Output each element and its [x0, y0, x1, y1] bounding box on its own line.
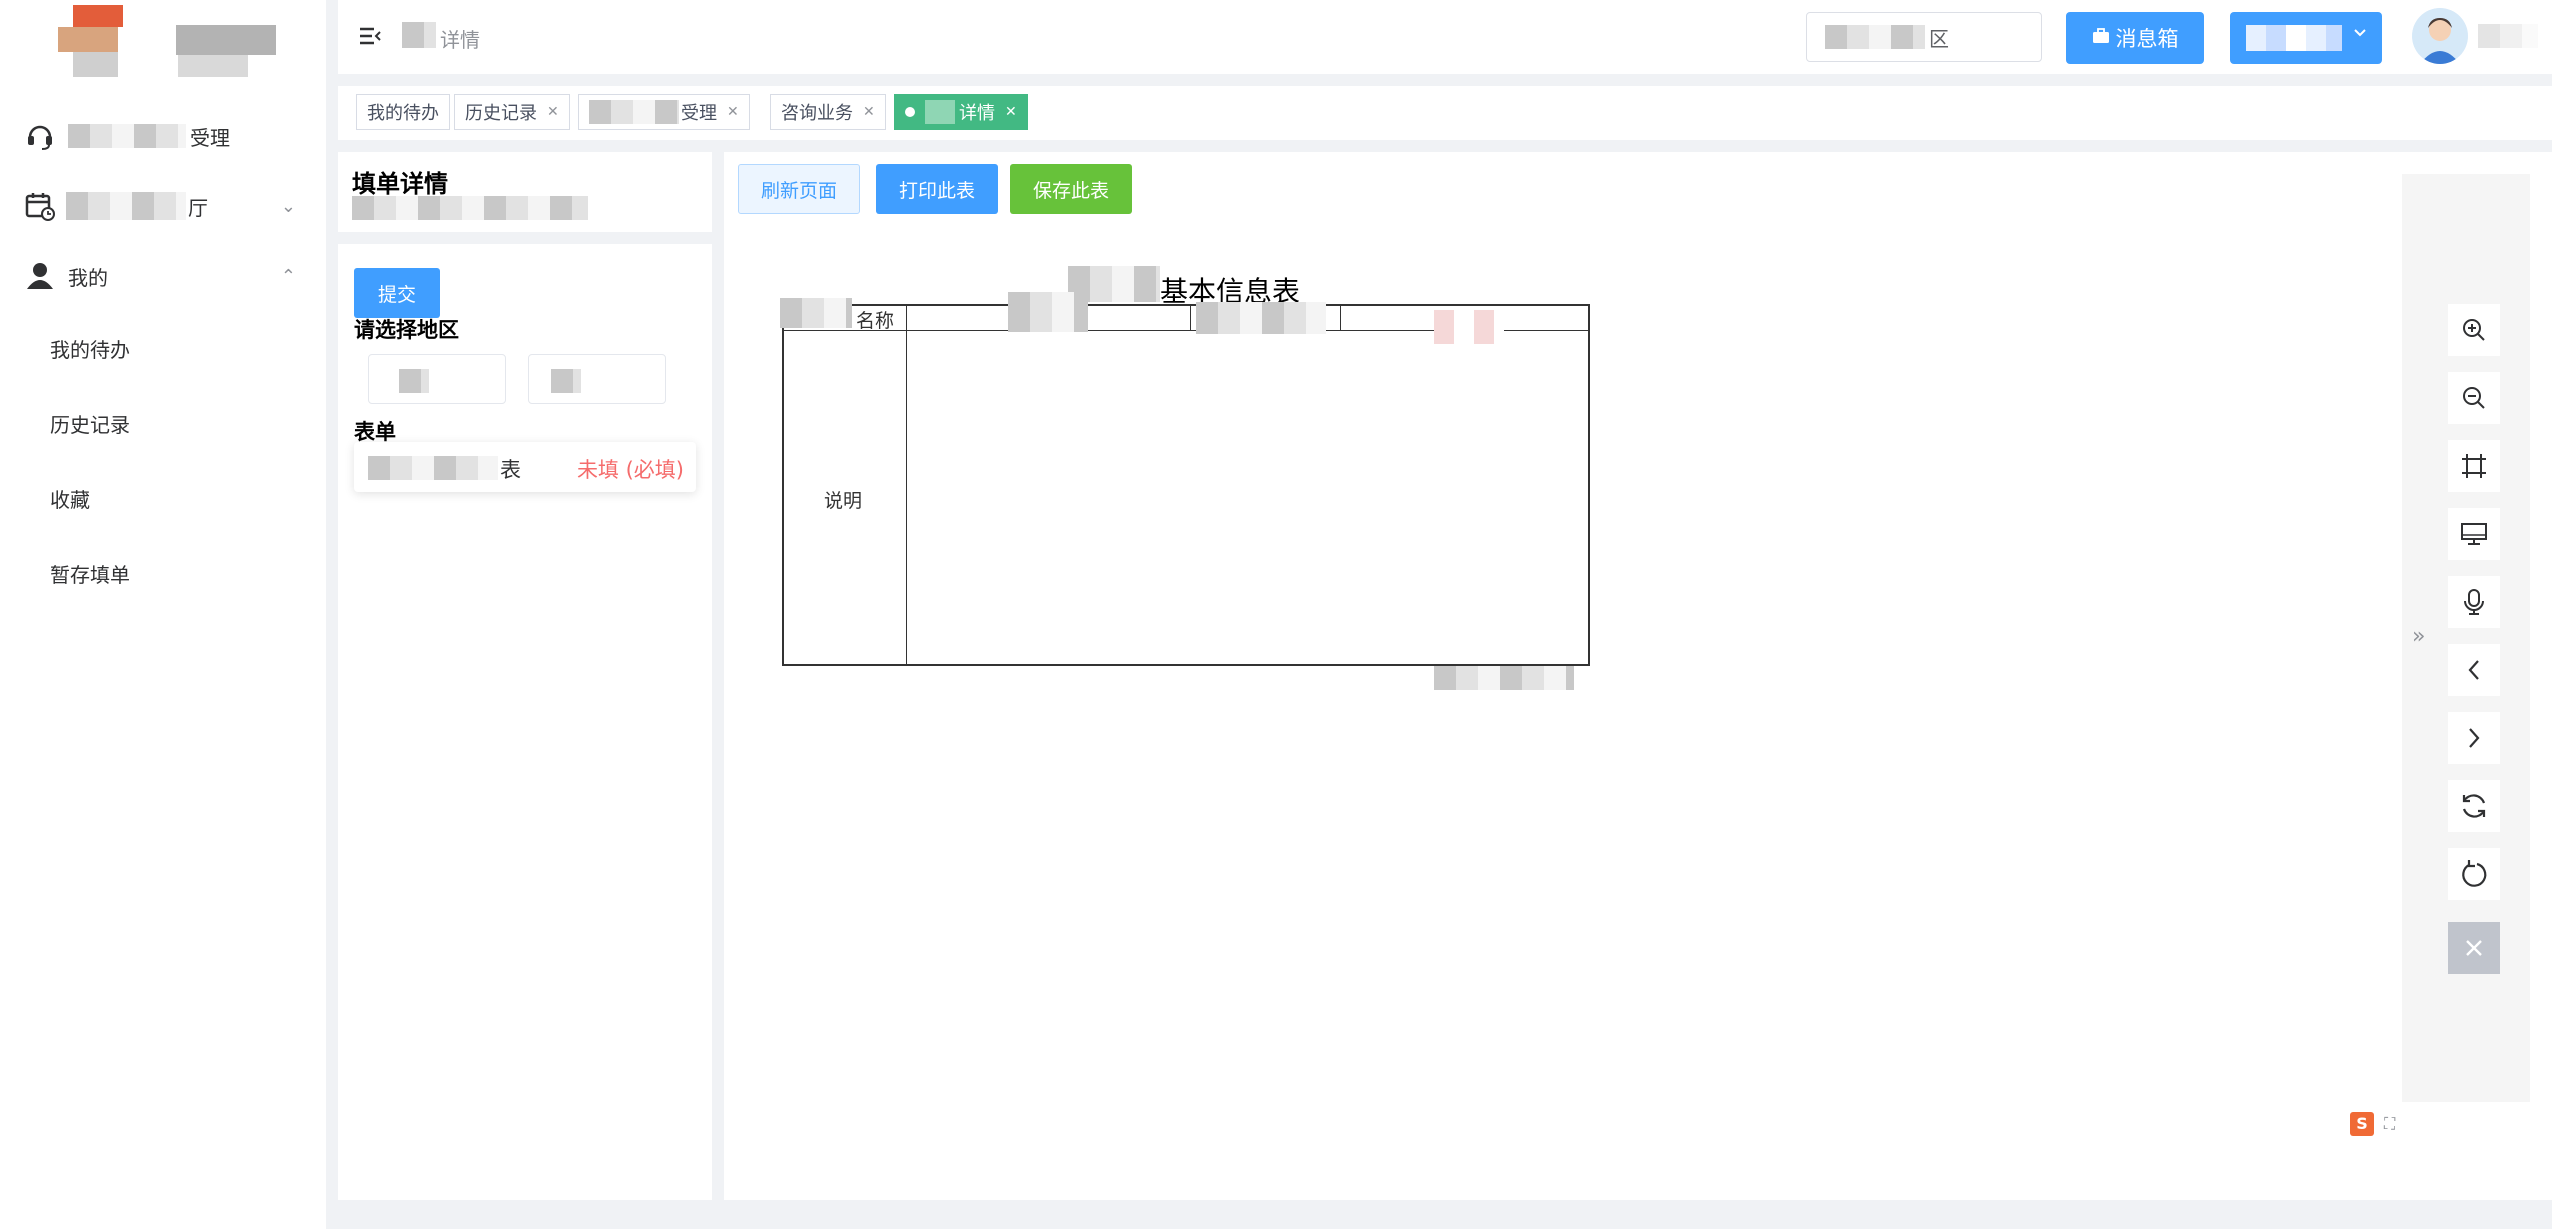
calendar-icon — [24, 190, 56, 222]
region-label: 请选择地区 — [354, 318, 459, 342]
close-icon[interactable]: ✕ — [863, 104, 875, 120]
sidebar-subitem-favorites[interactable]: 收藏 — [50, 484, 90, 513]
monitor-icon[interactable] — [2448, 508, 2500, 560]
refresh-page-button[interactable]: 刷新页面 — [738, 164, 860, 214]
chevron-up-icon: ⌃ — [280, 265, 296, 287]
tab-label: 咨询业务 — [781, 103, 853, 124]
microphone-icon[interactable] — [2448, 576, 2500, 628]
chevron-down-icon — [2352, 24, 2368, 44]
sidebar-subitem-history[interactable]: 历史记录 — [50, 409, 130, 438]
crop-icon[interactable] — [2448, 440, 2500, 492]
tab-label: 详情 — [959, 103, 995, 124]
expand-icon[interactable]: » — [2412, 624, 2425, 649]
sidebar-item-label: 我的 — [68, 265, 108, 290]
panel-title: 填单详情 — [352, 170, 448, 198]
form-detail-header: 填单详情 — [338, 152, 712, 232]
zoom-out-icon[interactable] — [2448, 372, 2500, 424]
sidebar: 受理 厅 ⌄ 我的 ⌃ 我的待办 历史记录 收藏 暂存填单 — [0, 0, 326, 1229]
form-panel: 提交 请选择地区 表单 表 未填 (必填) — [338, 244, 712, 1200]
tab-label: 历史记录 — [465, 103, 537, 124]
tags-bar: 我的待办 历史记录 ✕ 受理 ✕ 咨询业务 ✕ 详情 ✕ — [338, 86, 2552, 140]
active-dot-icon — [905, 107, 915, 117]
sidebar-subitem-todo[interactable]: 我的待办 — [50, 334, 130, 363]
print-form-button[interactable]: 打印此表 — [876, 164, 998, 214]
message-box-button[interactable]: 消息箱 — [2066, 12, 2204, 64]
region-select-province[interactable] — [368, 354, 506, 404]
chevron-left-icon[interactable] — [2448, 644, 2500, 696]
close-icon[interactable]: ✕ — [1005, 104, 1017, 120]
zoom-in-icon[interactable] — [2448, 304, 2500, 356]
sidebar-item-label: 厅 — [188, 195, 208, 220]
close-icon[interactable] — [2448, 922, 2500, 974]
name-cell-label: 名称 — [856, 310, 895, 332]
tab-consult[interactable]: 咨询业务 ✕ — [770, 94, 886, 130]
tab-label: 受理 — [681, 103, 717, 124]
close-icon[interactable]: ✕ — [727, 104, 739, 120]
chevron-right-icon[interactable] — [2448, 712, 2500, 764]
form-item-status: 未填 (必填) — [576, 458, 684, 482]
chevron-down-icon: ⌄ — [280, 195, 296, 217]
form-item[interactable]: 表 未填 (必填) — [354, 442, 696, 492]
s-logo-icon[interactable]: S — [2350, 1112, 2374, 1136]
rotate-icon[interactable] — [2448, 848, 2500, 900]
logo — [58, 5, 278, 77]
refresh-icon[interactable] — [2448, 780, 2500, 832]
corner-widgets: S ⛶ — [2350, 1112, 2395, 1136]
account-select[interactable] — [2230, 12, 2382, 64]
headset-icon — [24, 120, 56, 152]
save-form-button[interactable]: 保存此表 — [1010, 164, 1132, 214]
menu-toggle-icon[interactable] — [358, 24, 382, 52]
tab-todo[interactable]: 我的待办 — [356, 94, 450, 130]
close-icon[interactable]: ✕ — [547, 104, 559, 120]
breadcrumb: 详情 — [440, 28, 480, 52]
document-table — [782, 304, 1590, 666]
sidebar-subitem-drafts[interactable]: 暂存填单 — [50, 559, 130, 588]
tab-accept[interactable]: 受理 ✕ — [578, 94, 750, 130]
sidebar-item-mine[interactable]: 我的 ⌃ — [0, 246, 326, 306]
avatar[interactable] — [2412, 8, 2468, 64]
search-text: 区 — [1929, 26, 1949, 51]
region-search-input[interactable]: 区 — [1806, 12, 2042, 62]
viewer-toolbar: » — [2402, 174, 2530, 1102]
tab-details[interactable]: 详情 ✕ — [894, 94, 1028, 130]
sidebar-item-hall[interactable]: 厅 ⌄ — [0, 176, 326, 236]
sidebar-item-accept[interactable]: 受理 — [0, 106, 326, 166]
sidebar-item-label: 受理 — [190, 125, 230, 150]
fullscreen-icon[interactable]: ⛶ — [2384, 1114, 2395, 1134]
user-icon — [24, 260, 56, 292]
message-box-label: 消息箱 — [2115, 27, 2179, 51]
briefcase-icon — [2092, 26, 2110, 50]
description-cell-label: 说明 — [824, 490, 863, 512]
top-header: 详情 区 消息箱 — [338, 0, 2552, 74]
submit-button[interactable]: 提交 — [354, 268, 440, 318]
tab-history[interactable]: 历史记录 ✕ — [454, 94, 570, 130]
tab-label: 我的待办 — [367, 103, 439, 124]
form-item-name: 表 — [500, 458, 521, 482]
region-select-city[interactable] — [528, 354, 666, 404]
